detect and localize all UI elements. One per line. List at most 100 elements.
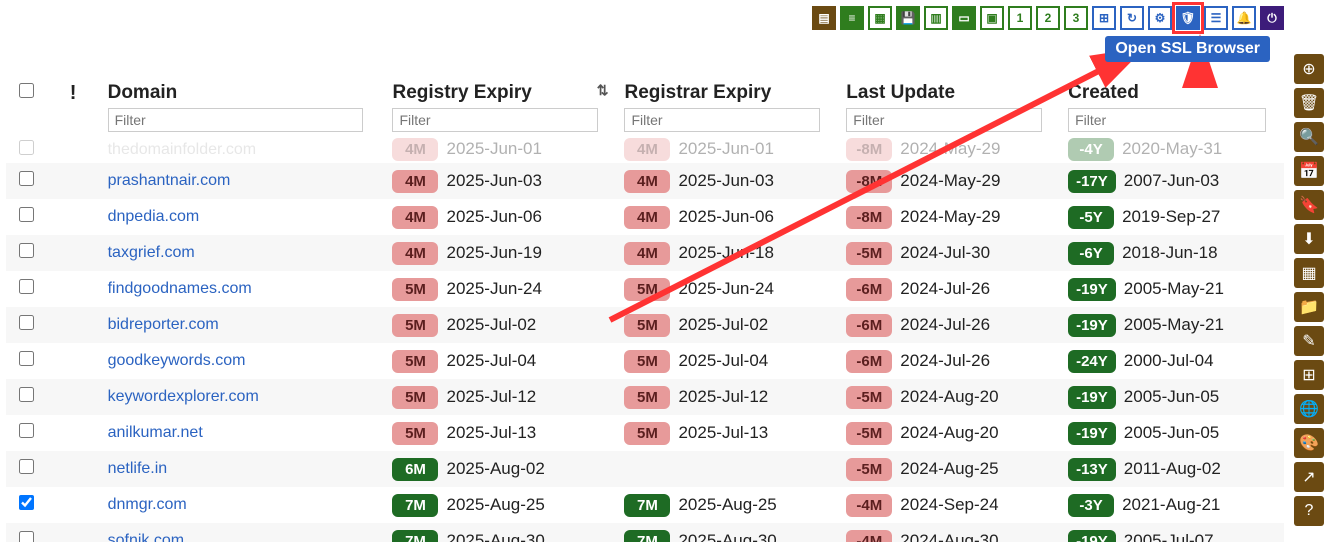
sb-palette[interactable]: 🎨 [1294, 428, 1324, 458]
header-select-all[interactable] [6, 76, 47, 136]
tb-rows[interactable]: ☰ [1204, 6, 1228, 30]
domain-link[interactable]: keywordexplorer.com [108, 388, 259, 405]
domain-link[interactable]: findgoodnames.com [108, 280, 252, 297]
tb-cols[interactable]: ⊞ [1092, 6, 1116, 30]
header-created[interactable]: Created [1060, 76, 1284, 136]
date-value: 2025-Jun-06 [446, 207, 541, 226]
row-checkbox[interactable] [19, 351, 34, 366]
row-checkbox[interactable] [19, 140, 34, 155]
sb-edit[interactable]: ✎ [1294, 326, 1324, 356]
sb-download[interactable]: ⬇ [1294, 224, 1324, 254]
row-checkbox[interactable] [19, 495, 34, 510]
table-row[interactable]: thedomainfolder.com 4M2025-Jun-014M2025-… [6, 136, 1284, 163]
age-badge: -19Y [1068, 530, 1116, 542]
age-badge: 4M [624, 170, 670, 193]
row-checkbox[interactable] [19, 531, 34, 542]
sb-grid[interactable]: ⊞ [1294, 360, 1324, 390]
domain-link[interactable]: taxgrief.com [108, 244, 195, 261]
age-badge: 7M [624, 494, 670, 517]
filter-registrar[interactable] [624, 108, 820, 132]
sb-delete[interactable]: 🗑 [1294, 88, 1324, 118]
table-row[interactable]: dnmgr.com 7M2025-Aug-257M2025-Aug-25-4M2… [6, 487, 1284, 523]
domain-link[interactable]: thedomainfolder.com [108, 141, 257, 158]
table-row[interactable]: prashantnair.com 4M2025-Jun-034M2025-Jun… [6, 163, 1284, 199]
header-registrar-expiry[interactable]: Registrar Expiry [616, 76, 838, 136]
row-checkbox[interactable] [19, 315, 34, 330]
header-registry-expiry[interactable]: Registry Expiry ⇅ [384, 76, 616, 136]
date-value: 2005-Jun-05 [1124, 423, 1219, 442]
filter-last[interactable] [846, 108, 1042, 132]
date-value: 2025-Jun-19 [446, 243, 541, 262]
sort-icon[interactable]: ⇅ [597, 82, 609, 99]
row-checkbox[interactable] [19, 279, 34, 294]
domain-link[interactable]: anilkumar.net [108, 424, 203, 441]
table-row[interactable]: sofnik.com 7M2025-Aug-307M2025-Aug-30-4M… [6, 523, 1284, 542]
age-badge: -6Y [1068, 242, 1114, 265]
table-row[interactable]: goodkeywords.com 5M2025-Jul-045M2025-Jul… [6, 343, 1284, 379]
row-checkbox[interactable] [19, 459, 34, 474]
row-checkbox[interactable] [19, 171, 34, 186]
tb-list1[interactable]: ≡ [840, 6, 864, 30]
tb-save[interactable]: 💾 [896, 6, 920, 30]
sb-calendar[interactable]: 📅 [1294, 156, 1324, 186]
date-value: 2019-Sep-27 [1122, 207, 1220, 226]
tb-power[interactable]: ⏻ [1260, 6, 1284, 30]
domain-link[interactable]: dnpedia.com [108, 208, 200, 225]
table-row[interactable]: keywordexplorer.com 5M2025-Jul-125M2025-… [6, 379, 1284, 415]
row-checkbox[interactable] [19, 243, 34, 258]
tb-card[interactable]: ▭ [952, 6, 976, 30]
age-badge: -5Y [1068, 206, 1114, 229]
select-all-checkbox[interactable] [19, 83, 34, 98]
table-row[interactable]: dnpedia.com 4M2025-Jun-064M2025-Jun-06-8… [6, 199, 1284, 235]
tb-grid[interactable]: ▦ [868, 6, 892, 30]
age-badge: -13Y [1068, 458, 1116, 481]
sb-help[interactable]: ? [1294, 496, 1324, 526]
age-badge: 7M [624, 530, 670, 542]
domain-link[interactable]: prashantnair.com [108, 172, 231, 189]
tb-1[interactable]: 1 [1008, 6, 1032, 30]
filter-created[interactable] [1068, 108, 1266, 132]
tb-alerts[interactable]: 🔔 [1232, 6, 1256, 30]
sb-table[interactable]: ▦ [1294, 258, 1324, 288]
domain-link[interactable]: bidreporter.com [108, 316, 219, 333]
tb-settings[interactable]: ⚙ [1148, 6, 1172, 30]
date-value: 2025-Aug-30 [446, 531, 544, 542]
age-badge: 5M [392, 386, 438, 409]
tb-panel[interactable]: ▣ [980, 6, 1004, 30]
tb-2[interactable]: 2 [1036, 6, 1060, 30]
table-row[interactable]: bidreporter.com 5M2025-Jul-025M2025-Jul-… [6, 307, 1284, 343]
sb-globe[interactable]: 🌐 [1294, 394, 1324, 424]
header-domain[interactable]: Domain [100, 76, 385, 136]
sb-folder[interactable]: 📁 [1294, 292, 1324, 322]
table-row[interactable]: taxgrief.com 4M2025-Jun-194M2025-Jun-18-… [6, 235, 1284, 271]
age-badge: -4M [846, 530, 892, 542]
date-value: 2025-Jul-13 [446, 423, 536, 442]
header-alert[interactable]: ! [47, 76, 100, 136]
sb-bookmark[interactable]: 🔖 [1294, 190, 1324, 220]
age-badge: -3Y [1068, 494, 1114, 517]
date-value: 2024-Aug-30 [900, 531, 998, 542]
sb-add[interactable]: ⊕ [1294, 54, 1324, 84]
tb-chart[interactable]: ▥ [924, 6, 948, 30]
header-last-update[interactable]: Last Update [838, 76, 1060, 136]
tb-cal[interactable]: ▤ [812, 6, 836, 30]
table-row[interactable]: netlife.in 6M2025-Aug-02-5M2024-Aug-25-1… [6, 451, 1284, 487]
filter-registry[interactable] [392, 108, 597, 132]
domain-link[interactable]: dnmgr.com [108, 496, 187, 513]
sb-search[interactable]: 🔍 [1294, 122, 1324, 152]
domain-link[interactable]: sofnik.com [108, 532, 184, 542]
header-registry-label: Registry Expiry [392, 82, 531, 103]
table-row[interactable]: findgoodnames.com 5M2025-Jun-245M2025-Ju… [6, 271, 1284, 307]
sb-export[interactable]: ↗ [1294, 462, 1324, 492]
table-row[interactable]: anilkumar.net 5M2025-Jul-135M2025-Jul-13… [6, 415, 1284, 451]
tb-refresh[interactable]: ↻ [1120, 6, 1144, 30]
tb-ssl[interactable]: 🛡 [1176, 6, 1200, 30]
domain-link[interactable]: netlife.in [108, 460, 168, 477]
age-badge: -6M [846, 278, 892, 301]
row-checkbox[interactable] [19, 423, 34, 438]
filter-domain[interactable] [108, 108, 363, 132]
row-checkbox[interactable] [19, 207, 34, 222]
row-checkbox[interactable] [19, 387, 34, 402]
tb-3[interactable]: 3 [1064, 6, 1088, 30]
domain-link[interactable]: goodkeywords.com [108, 352, 246, 369]
